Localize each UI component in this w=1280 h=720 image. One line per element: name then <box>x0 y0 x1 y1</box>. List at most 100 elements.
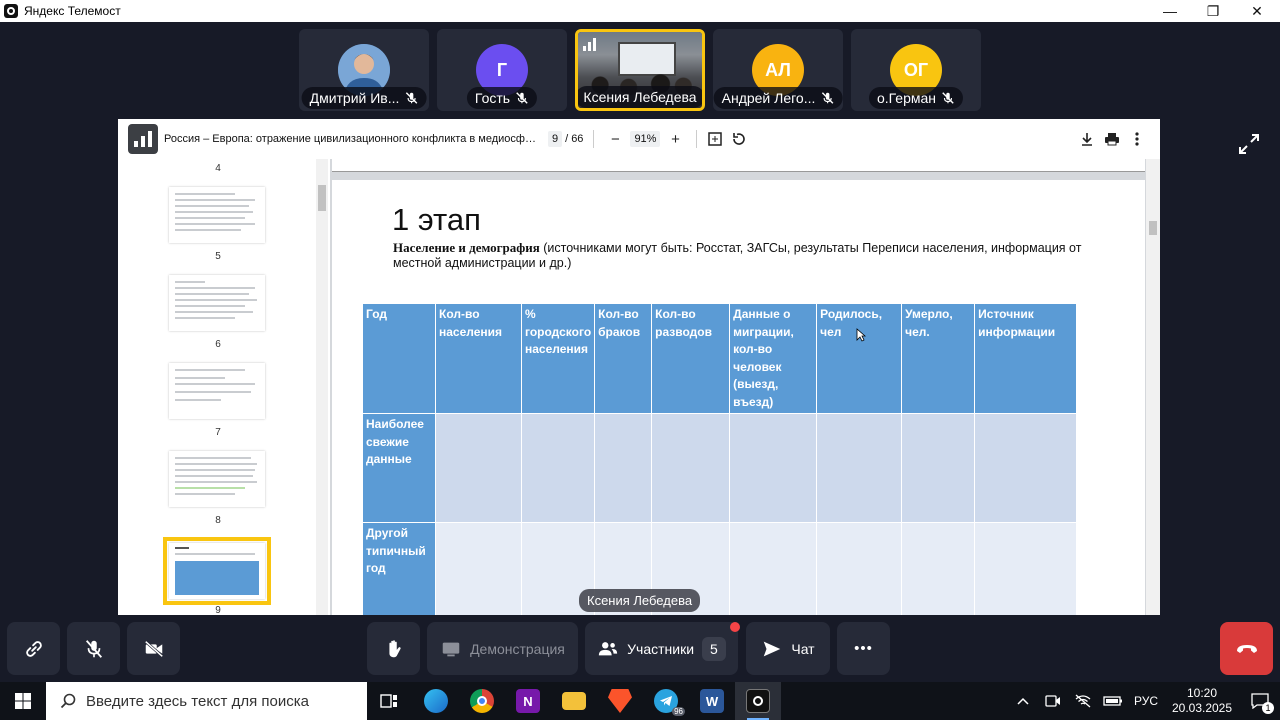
taskbar-chrome[interactable] <box>459 682 505 720</box>
thumbnail-number: 9 <box>215 605 221 615</box>
screen-share-button[interactable]: Демонстрация <box>427 622 578 675</box>
rotate-icon[interactable] <box>731 131 747 147</box>
page-thumbnail-selected[interactable] <box>163 537 271 605</box>
column-header: Данные о миграции, кол-во человек (выезд… <box>729 303 818 414</box>
page-thumbnail[interactable] <box>169 451 265 507</box>
mic-off-icon <box>85 639 102 658</box>
column-header: Год <box>362 303 436 414</box>
document-title: Россия – Европа: отражение цивилизационн… <box>164 133 536 145</box>
sidebar-scrollbar[interactable] <box>316 159 328 615</box>
fullscreen-icon[interactable] <box>1235 130 1263 158</box>
battery-icon <box>1103 696 1122 706</box>
thumbnail-table <box>175 561 259 595</box>
participants-label: Участники <box>627 640 695 657</box>
page-separator: / <box>565 133 569 145</box>
print-icon[interactable] <box>1104 132 1120 146</box>
search-icon <box>60 693 76 709</box>
tray-network[interactable] <box>1068 682 1098 720</box>
column-header: Родилось, чел <box>816 303 903 414</box>
zoom-level[interactable]: 91% <box>630 131 661 147</box>
participant-name: о.Герман <box>876 90 937 106</box>
page-thumbnail[interactable] <box>169 275 265 331</box>
mic-off-icon <box>942 92 954 104</box>
participant-name-pill: Ксения Лебедева <box>578 86 702 108</box>
taskbar-telemost[interactable] <box>735 682 781 720</box>
copy-link-button[interactable] <box>7 622 60 675</box>
table-row: Наиболее свежие данные <box>362 413 1078 523</box>
shared-screen: Россия – Европа: отражение цивилизационн… <box>118 119 1160 615</box>
participant-tile[interactable]: ОГ о.Герман <box>851 29 981 111</box>
chat-button[interactable]: Чат <box>746 622 830 675</box>
tray-meet-now[interactable] <box>1038 682 1068 720</box>
participant-name: Ксения Лебедева <box>583 89 697 105</box>
restore-button[interactable]: ❐ <box>1191 0 1235 22</box>
projector-screen <box>618 42 676 76</box>
clock-time: 10:20 <box>1186 686 1218 700</box>
download-icon[interactable] <box>1080 132 1094 146</box>
table-row: Другой типичный год <box>362 522 1078 615</box>
screen-share-icon <box>442 642 460 656</box>
participant-tile[interactable]: АЛ Андрей Лего... <box>713 29 843 111</box>
chrome-icon <box>470 689 494 713</box>
zoom-out-button[interactable]: − <box>604 128 626 150</box>
notifications-button[interactable]: 1 <box>1240 682 1280 720</box>
current-page-input[interactable]: 9 <box>548 131 563 147</box>
mouse-cursor-icon <box>856 328 866 342</box>
telegram-badge: 96 <box>672 707 685 716</box>
windows-taskbar: Введите здесь текст для поиска N 96 W РУ… <box>0 682 1280 720</box>
participant-tile-active[interactable]: Ксения Лебедева <box>575 29 705 111</box>
table-header-row: Год Кол-во населения % городского населе… <box>362 303 1078 414</box>
camera-toggle-button[interactable] <box>127 622 180 675</box>
speaker-name-label: Ксения Лебедева <box>579 589 701 612</box>
taskbar-word[interactable]: W <box>689 682 735 720</box>
more-options-icon[interactable] <box>1135 132 1139 146</box>
participant-name-pill: о.Герман <box>868 87 964 109</box>
page-scrollbar[interactable] <box>1146 159 1160 615</box>
column-header: Кол-во браков <box>594 303 653 414</box>
telemost-icon <box>746 689 770 713</box>
tray-overflow-button[interactable] <box>1008 682 1038 720</box>
participant-name: Андрей Лего... <box>721 90 816 106</box>
language-indicator[interactable]: РУС <box>1128 682 1164 720</box>
tray-battery[interactable] <box>1098 682 1128 720</box>
taskbar-telegram[interactable]: 96 <box>643 682 689 720</box>
windows-logo-icon <box>15 693 31 709</box>
word-icon: W <box>700 689 724 713</box>
toolbar-divider <box>696 130 698 148</box>
taskbar-explorer[interactable] <box>551 682 597 720</box>
taskbar-clock[interactable]: 10:20 20.03.2025 <box>1164 686 1240 716</box>
more-button[interactable]: ••• <box>837 622 890 675</box>
end-call-button[interactable] <box>1220 622 1273 675</box>
mic-off-icon <box>821 92 834 104</box>
task-view-button[interactable] <box>367 682 413 720</box>
participant-name-pill: Андрей Лего... <box>713 87 843 109</box>
close-button[interactable]: ✕ <box>1235 0 1279 22</box>
page-thumbnail[interactable] <box>169 187 265 243</box>
zoom-in-button[interactable]: + <box>664 128 686 150</box>
hang-up-icon <box>1236 644 1257 653</box>
taskbar-search-input[interactable]: Введите здесь текст для поиска <box>46 682 367 720</box>
page-view: 1 этап Население и демография (источника… <box>330 159 1160 615</box>
page-thumbnail[interactable] <box>169 363 265 419</box>
participants-button[interactable]: Участники 5 <box>585 622 738 675</box>
participants-icon <box>598 641 618 655</box>
brave-icon <box>608 689 632 713</box>
taskbar-onenote[interactable]: N <box>505 682 551 720</box>
thumbnail-number: 5 <box>215 251 221 262</box>
taskbar-edge[interactable] <box>413 682 459 720</box>
fit-page-icon[interactable] <box>707 131 723 147</box>
send-icon <box>764 641 781 656</box>
system-tray: РУС 10:20 20.03.2025 1 <box>1008 682 1280 720</box>
participants-count-badge: 5 <box>702 636 726 661</box>
minimize-button[interactable]: — <box>1148 0 1192 22</box>
participant-tile[interactable]: Г Гость <box>437 29 567 111</box>
folder-icon <box>562 692 586 710</box>
start-button[interactable] <box>0 682 46 720</box>
participant-tile[interactable]: Дмитрий Ив... <box>299 29 429 111</box>
raise-hand-button[interactable] <box>367 622 420 675</box>
taskbar-brave[interactable] <box>597 682 643 720</box>
page-description: Население и демография (источниками могу… <box>393 240 1093 271</box>
signal-bars-icon <box>583 37 599 51</box>
row-header: Другой типичный год <box>362 522 436 615</box>
microphone-toggle-button[interactable] <box>67 622 120 675</box>
